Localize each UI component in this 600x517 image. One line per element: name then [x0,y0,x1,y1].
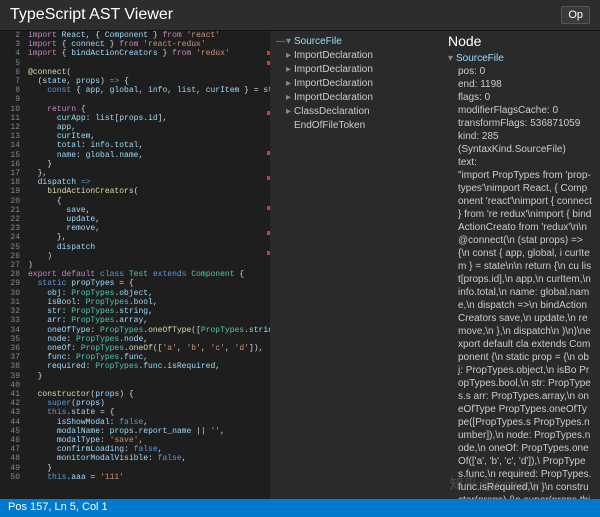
code-line[interactable]: curApp: list[props.id], [28,114,270,123]
chevron-right-icon[interactable]: ▸ [286,63,294,77]
chevron-right-icon[interactable]: ▸ [286,91,294,105]
ast-tree-panel: —▾SourceFile ▸ImportDeclaration▸ImportDe… [270,31,440,499]
options-button[interactable]: Op [561,6,590,24]
code-line[interactable]: } [28,464,270,473]
code-line[interactable]: app, [28,123,270,132]
app-header: TypeScript AST Viewer Op [0,0,600,31]
code-line[interactable]: str: PropTypes.string, [28,307,270,316]
code-line[interactable]: arr: PropTypes.array, [28,316,270,325]
node-type-row[interactable]: ▾SourceFile [448,52,592,65]
tree-child-node[interactable]: ▸ImportDeclaration [276,63,434,77]
error-marker-icon [267,111,270,115]
tree-root-node[interactable]: —▾SourceFile [276,35,434,49]
tree-child-node[interactable]: ▸ImportDeclaration [276,49,434,63]
chevron-right-icon[interactable]: ▸ [286,105,294,119]
tree-child-node[interactable]: ▸ImportDeclaration [276,77,434,91]
code-line[interactable]: dispatch => [28,178,270,187]
chevron-down-icon[interactable]: ▾ [448,52,456,65]
tree-child-node[interactable]: ▸ImportDeclaration [276,91,434,105]
node-property: text: [448,156,592,169]
main-layout: 2345678910111213141516171819202122232425… [0,31,600,499]
code-line[interactable]: constructor(props) { [28,390,270,399]
code-line[interactable]: oneOf: PropTypes.oneOf(['a', 'b', 'c', '… [28,344,270,353]
code-editor[interactable]: 2345678910111213141516171819202122232425… [0,31,270,499]
chevron-right-icon[interactable] [286,119,294,133]
code-line[interactable]: required: PropTypes.func.isRequired, [28,362,270,371]
error-marker-icon [267,231,270,235]
code-line[interactable]: import React, { Component } from 'react' [28,31,270,40]
error-marker-icon [267,206,270,210]
code-line[interactable]: update, [28,215,270,224]
code-line[interactable]: monitorModalVisible: false, [28,454,270,463]
code-line[interactable]: oneOfType: PropTypes.oneOfType([PropType… [28,326,270,335]
node-property: flags: 0 [448,91,592,104]
code-content[interactable]: import React, { Component } from 'react'… [28,31,270,482]
node-property: modifierFlagsCache: 0 [448,104,592,117]
node-property: transformFlags: 536871059 [448,117,592,130]
node-property: kind: 285 (SyntaxKind.SourceFile) [448,130,592,156]
code-line[interactable]: isShowModal: false, [28,418,270,427]
code-line[interactable]: (state, props) => { [28,77,270,86]
tree-marker-icon: — [276,36,286,47]
code-line[interactable]: this.state = { [28,408,270,417]
code-line[interactable]: return { [28,105,270,114]
code-line[interactable]: save, [28,206,270,215]
app-title: TypeScript AST Viewer [10,6,173,24]
node-property: pos: 0 [448,65,592,78]
chevron-down-icon[interactable]: ▾ [286,35,294,49]
code-line[interactable]: }, [28,233,270,242]
code-line[interactable]: } [28,160,270,169]
code-line[interactable]: func: PropTypes.func, [28,353,270,362]
node-details-panel: Node ▾SourceFile pos: 0end: 1198flags: 0… [440,31,600,499]
cursor-position: Pos 157, Ln 5, Col 1 [8,501,108,513]
error-marker-icon [267,176,270,180]
code-line[interactable]: import { connect } from 'react-redux' [28,40,270,49]
code-line[interactable]: modalType: 'save', [28,436,270,445]
code-line[interactable]: ) [28,261,270,270]
code-line[interactable]: modalName: props.report_name || '', [28,427,270,436]
code-line[interactable]: import { bindActionCreators } from 'redu… [28,49,270,58]
code-line[interactable]: confirmLoading: false, [28,445,270,454]
code-line[interactable] [28,381,270,390]
code-line[interactable]: obj: PropTypes.object, [28,289,270,298]
code-line[interactable]: name: global.name, [28,151,270,160]
code-line[interactable]: export default class Test extends Compon… [28,270,270,279]
node-property: end: 1198 [448,78,592,91]
code-line[interactable]: isBool: PropTypes.bool, [28,298,270,307]
code-line[interactable]: remove, [28,224,270,233]
tree-child-node[interactable]: ▸ClassDeclaration [276,105,434,119]
code-line[interactable]: bindActionCreators( [28,187,270,196]
line-gutter: 2345678910111213141516171819202122232425… [0,31,24,482]
code-line[interactable]: const { app, global, info, list, curItem… [28,86,270,95]
code-line[interactable]: super(props) [28,399,270,408]
chevron-right-icon[interactable]: ▸ [286,49,294,63]
code-line[interactable]: }, [28,169,270,178]
code-line[interactable]: } [28,372,270,381]
code-line[interactable]: { [28,197,270,206]
error-marker-icon [267,151,270,155]
code-line[interactable]: total: info.total, [28,141,270,150]
error-marker-icon [267,51,270,55]
code-line[interactable]: node: PropTypes.node, [28,335,270,344]
code-line[interactable]: curItem, [28,132,270,141]
code-line[interactable] [28,95,270,104]
tree-child-node[interactable]: EndOfFileToken [276,119,434,133]
code-line[interactable] [28,59,270,68]
node-panel-title: Node [448,35,592,48]
code-line[interactable]: this.aaa = '111' [28,473,270,482]
code-line[interactable]: dispatch [28,243,270,252]
code-line[interactable]: @connect( [28,68,270,77]
chevron-right-icon[interactable]: ▸ [286,77,294,91]
node-text-value: "import PropTypes from 'prop-types'\nimp… [448,169,592,499]
code-line[interactable]: ) [28,252,270,261]
error-marker-icon [267,61,270,65]
status-bar: Pos 157, Ln 5, Col 1 [0,499,600,517]
error-marker-icon [267,251,270,255]
code-line[interactable]: static propTypes = { [28,279,270,288]
